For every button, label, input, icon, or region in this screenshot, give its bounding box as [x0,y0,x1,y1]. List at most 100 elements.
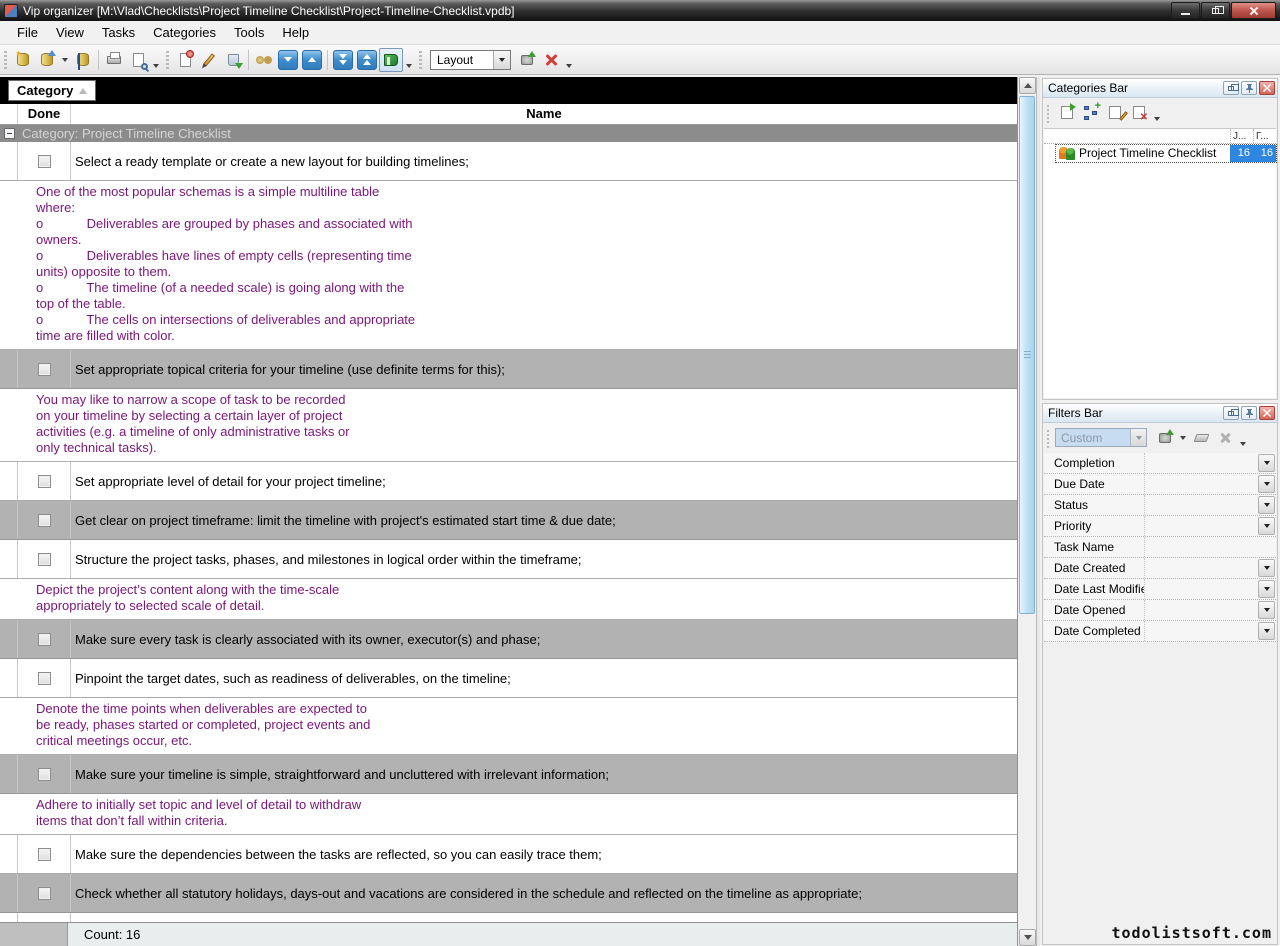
delete-filter-button[interactable] [1213,427,1237,449]
edit-category-button[interactable] [1103,102,1127,124]
delete-layout-button[interactable] [539,48,563,72]
menu-item-view[interactable]: View [47,22,93,43]
task-row[interactable]: Make sure your timeline is simple, strai… [0,755,1017,794]
toolbar-grip[interactable] [3,49,8,71]
print-overflow-dropdown-icon[interactable] [153,64,159,68]
task-row[interactable]: Select a ready template or create a new … [0,142,1017,181]
categories-pin-button[interactable] [1241,81,1257,95]
categories-restore-button[interactable] [1223,81,1239,95]
task-row[interactable]: Make sure every task is clearly associat… [0,620,1017,659]
delete-task-button[interactable] [221,48,245,72]
task-row[interactable]: Check whether all statutory holidays, da… [0,874,1017,913]
filter-value-field[interactable] [1144,600,1276,620]
task-row[interactable]: Get clear on project timeframe: limit th… [0,501,1017,540]
task-note[interactable]: You may like to narrow a scope of task t… [0,389,1017,462]
new-category-button[interactable] [1055,102,1079,124]
menu-item-file[interactable]: File [8,22,47,43]
toolbar-grip[interactable] [165,49,170,71]
task-note[interactable]: Depict the project’s content along with … [0,579,1017,620]
filter-dropdown-button[interactable] [1258,580,1275,598]
filter-value-field[interactable] [1144,537,1276,557]
task-row[interactable]: Pinpoint the target dates, such as readi… [0,659,1017,698]
move-top-button[interactable] [355,48,379,72]
show-notes-button[interactable] [379,48,403,72]
task-checkbox[interactable] [38,768,51,781]
group-by-category-button[interactable]: Category [8,80,96,101]
task-checkbox[interactable] [38,514,51,527]
new-subcategory-button[interactable]: + [1079,102,1103,124]
categories-overflow-dropdown-icon[interactable] [1154,117,1160,121]
categories-close-button[interactable] [1259,81,1275,95]
find-button[interactable] [252,48,276,72]
filters-close-button[interactable] [1259,406,1275,420]
scrollbar-down-button[interactable] [1019,929,1036,946]
open-database-button[interactable] [35,48,59,72]
filter-dropdown-button[interactable] [1258,496,1275,514]
minimize-button[interactable] [1171,2,1200,19]
task-checkbox[interactable] [38,633,51,646]
filter-value-field[interactable] [1144,474,1276,494]
task-checkbox[interactable] [38,475,51,488]
print-preview-button[interactable] [126,48,150,72]
filters-pin-button[interactable] [1241,406,1257,420]
save-filter-button[interactable] [1153,427,1177,449]
filter-preset-combobox[interactable]: Custom [1055,428,1147,447]
task-checkbox[interactable] [38,672,51,685]
menu-item-help[interactable]: Help [273,22,318,43]
menu-item-tasks[interactable]: Tasks [93,22,144,43]
filter-value-field[interactable] [1144,621,1276,641]
notes-overflow-dropdown-icon[interactable] [406,64,412,68]
task-checkbox[interactable] [38,553,51,566]
restore-button[interactable] [1201,2,1230,19]
save-filter-dropdown-icon[interactable] [1180,436,1186,440]
toolbar-grip[interactable] [418,49,423,71]
filter-value-field[interactable] [1144,453,1276,473]
filter-dropdown-button[interactable] [1258,475,1275,493]
filter-dropdown-button[interactable] [1258,559,1275,577]
task-row[interactable]: Set appropriate level of detail for your… [0,462,1017,501]
categories-column-2[interactable]: Г... [1253,129,1276,143]
open-database-dropdown-icon[interactable] [62,58,68,62]
collapse-icon[interactable] [4,128,15,139]
task-checkbox[interactable] [38,363,51,376]
column-header-name[interactable]: Name [71,104,1017,124]
filter-dropdown-button[interactable] [1258,622,1275,640]
filters-restore-button[interactable] [1223,406,1239,420]
column-header-done[interactable]: Done [18,104,71,124]
filter-dropdown-button[interactable] [1258,517,1275,535]
filters-overflow-dropdown-icon[interactable] [1240,442,1246,446]
move-down-button[interactable] [276,48,300,72]
task-row[interactable]: Make sure the dependencies between the t… [0,835,1017,874]
task-note[interactable]: Denote the time points when deliverables… [0,698,1017,755]
layout-combobox-dropdown-button[interactable] [493,51,510,69]
task-checkbox[interactable] [38,155,51,168]
move-up-button[interactable] [300,48,324,72]
filter-dropdown-button[interactable] [1258,601,1275,619]
delete-category-button[interactable]: ✕ [1127,102,1151,124]
filter-value-field[interactable] [1144,558,1276,578]
scrollbar-thumb[interactable] [1019,96,1035,614]
task-note[interactable]: Adhere to initially set topic and level … [0,794,1017,835]
save-database-button[interactable] [71,48,95,72]
list-scrollbar[interactable] [1019,77,1036,946]
filter-value-field[interactable] [1144,516,1276,536]
print-button[interactable] [102,48,126,72]
layout-overflow-dropdown-icon[interactable] [566,64,572,68]
filter-preset-dropdown-button[interactable] [1130,429,1146,446]
move-bottom-button[interactable] [331,48,355,72]
group-row[interactable]: Category: Project Timeline Checklist [0,125,1017,142]
task-checkbox[interactable] [38,848,51,861]
clear-filter-button[interactable] [1189,427,1213,449]
new-database-button[interactable]: ✶ [11,48,35,72]
new-task-button[interactable] [173,48,197,72]
menu-item-tools[interactable]: Tools [225,22,273,43]
filter-value-field[interactable] [1144,495,1276,515]
task-checkbox[interactable] [38,887,51,900]
filter-dropdown-button[interactable] [1258,454,1275,472]
scrollbar-up-button[interactable] [1019,77,1036,94]
layout-combobox[interactable]: Layout [430,50,511,70]
filter-value-field[interactable] [1144,579,1276,599]
task-row[interactable]: Set appropriate topical criteria for you… [0,350,1017,389]
task-row[interactable]: Structure the project tasks, phases, and… [0,540,1017,579]
menu-item-categories[interactable]: Categories [144,22,225,43]
